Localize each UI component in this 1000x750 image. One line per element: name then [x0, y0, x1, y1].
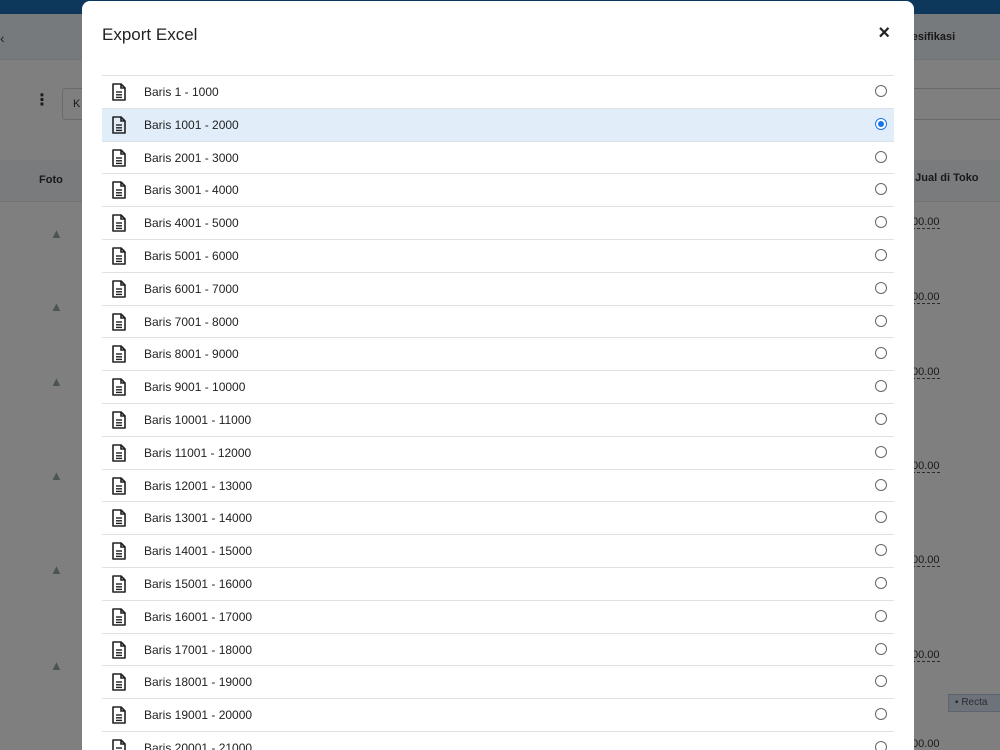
file-text-icon — [111, 476, 127, 495]
export-range-radio[interactable] — [875, 150, 887, 163]
export-range-row[interactable]: Baris 19001 - 20000 — [102, 699, 894, 732]
export-range-row[interactable]: Baris 17001 - 18000 — [102, 634, 894, 667]
export-range-label: Baris 1001 - 2000 — [144, 117, 239, 132]
export-range-row[interactable]: Baris 10001 - 11000 — [102, 404, 894, 437]
file-text-icon — [111, 411, 127, 429]
export-range-label: Baris 12001 - 13000 — [144, 478, 253, 493]
export-range-label: Baris 1 - 1000 — [144, 85, 219, 99]
export-range-row[interactable]: Baris 8001 - 9000 — [102, 338, 894, 372]
export-range-row[interactable]: Baris 9001 - 10000 — [102, 371, 894, 404]
file-text-icon — [111, 214, 127, 232]
export-range-radio[interactable] — [875, 544, 887, 557]
export-range-label: Baris 3001 - 4000 — [144, 183, 239, 198]
export-range-label: Baris 18001 - 19000 — [144, 675, 253, 690]
export-range-radio[interactable] — [875, 675, 887, 688]
export-range-label: Baris 11001 - 12000 — [144, 445, 252, 460]
export-range-radio[interactable] — [875, 248, 887, 261]
export-range-label: Baris 14001 - 15000 — [144, 544, 253, 559]
file-text-icon — [111, 443, 127, 462]
export-range-radio[interactable] — [875, 314, 887, 327]
export-range-label: Baris 10001 - 11000 — [144, 412, 252, 427]
file-text-icon — [111, 706, 127, 724]
file-text-icon — [111, 378, 127, 396]
export-range-row[interactable]: Baris 1001 - 2000 — [102, 108, 894, 142]
export-range-label: Baris 8001 - 9000 — [144, 347, 239, 362]
export-range-row[interactable]: Baris 1 - 1000 — [102, 76, 894, 109]
export-range-radio[interactable] — [875, 85, 887, 97]
file-text-icon — [111, 542, 127, 560]
export-range-radio[interactable] — [875, 642, 887, 655]
export-range-radio[interactable] — [875, 117, 887, 130]
export-range-label: Baris 4001 - 5000 — [144, 216, 239, 231]
export-range-label: Baris 17001 - 18000 — [144, 642, 253, 657]
file-text-icon — [111, 640, 127, 659]
export-range-label: Baris 16001 - 17000 — [144, 609, 253, 624]
export-range-label: Baris 13001 - 14000 — [144, 511, 253, 526]
export-range-label: Baris 6001 - 7000 — [144, 281, 239, 296]
export-range-radio[interactable] — [875, 216, 887, 229]
export-range-row[interactable]: Baris 11001 - 12000 — [102, 437, 894, 470]
export-range-label: Baris 9001 - 10000 — [144, 380, 246, 395]
export-range-list: Baris 1 - 1000 Baris 1001 - 2000 Baris 200… — [102, 75, 894, 750]
export-range-radio[interactable] — [875, 347, 887, 360]
export-range-radio[interactable] — [875, 445, 887, 458]
export-range-label: Baris 19001 - 20000 — [144, 708, 253, 723]
export-range-row[interactable]: Baris 4001 - 5000 — [102, 207, 894, 240]
export-range-row[interactable]: Baris 5001 - 6000 — [102, 240, 894, 273]
file-text-icon — [111, 83, 127, 101]
file-text-icon — [111, 279, 127, 298]
close-icon[interactable]: × — [878, 23, 890, 43]
export-excel-modal: Export Excel × Baris 1 - 1000 Baris 1001 … — [82, 1, 914, 750]
file-text-icon — [111, 312, 127, 331]
file-text-icon — [111, 509, 127, 528]
export-range-radio[interactable] — [875, 609, 887, 622]
file-text-icon — [111, 181, 127, 200]
export-range-row[interactable]: Baris 7001 - 8000 — [102, 306, 894, 339]
export-range-row[interactable]: Baris 2001 - 3000 — [102, 142, 894, 175]
export-range-row[interactable]: Baris 3001 - 4000 — [102, 174, 894, 208]
export-range-radio[interactable] — [875, 511, 887, 524]
export-range-radio[interactable] — [875, 740, 887, 750]
modal-title: Export Excel — [102, 25, 198, 44]
export-range-radio[interactable] — [875, 478, 887, 491]
export-range-label: Baris 2001 - 3000 — [144, 150, 239, 165]
export-range-label: Baris 20001 - 21000 — [144, 740, 253, 750]
file-text-icon — [111, 115, 127, 134]
export-range-label: Baris 5001 - 6000 — [144, 248, 239, 263]
export-range-radio[interactable] — [875, 708, 887, 721]
file-text-icon — [111, 607, 127, 626]
export-range-row[interactable]: Baris 20001 - 21000 — [102, 732, 894, 750]
export-range-row[interactable]: Baris 12001 - 13000 — [102, 470, 894, 503]
export-range-row[interactable]: Baris 14001 - 15000 — [102, 535, 894, 568]
export-range-row[interactable]: Baris 15001 - 16000 — [102, 568, 894, 601]
file-text-icon — [111, 673, 127, 692]
export-range-row[interactable]: Baris 6001 - 7000 — [102, 273, 894, 306]
export-range-radio[interactable] — [875, 183, 887, 196]
export-range-radio[interactable] — [875, 576, 887, 589]
export-range-row[interactable]: Baris 16001 - 17000 — [102, 601, 894, 634]
file-text-icon — [111, 148, 127, 167]
file-text-icon — [111, 739, 127, 750]
file-text-icon — [111, 247, 127, 265]
file-text-icon — [111, 345, 127, 364]
export-range-label: Baris 7001 - 8000 — [144, 314, 239, 329]
export-range-radio[interactable] — [875, 412, 887, 425]
export-range-radio[interactable] — [875, 281, 887, 294]
export-range-label: Baris 15001 - 16000 — [144, 576, 253, 591]
export-range-row[interactable]: Baris 13001 - 14000 — [102, 502, 894, 536]
export-range-radio[interactable] — [875, 380, 887, 393]
export-range-row[interactable]: Baris 18001 - 19000 — [102, 666, 894, 700]
file-text-icon — [111, 575, 127, 593]
